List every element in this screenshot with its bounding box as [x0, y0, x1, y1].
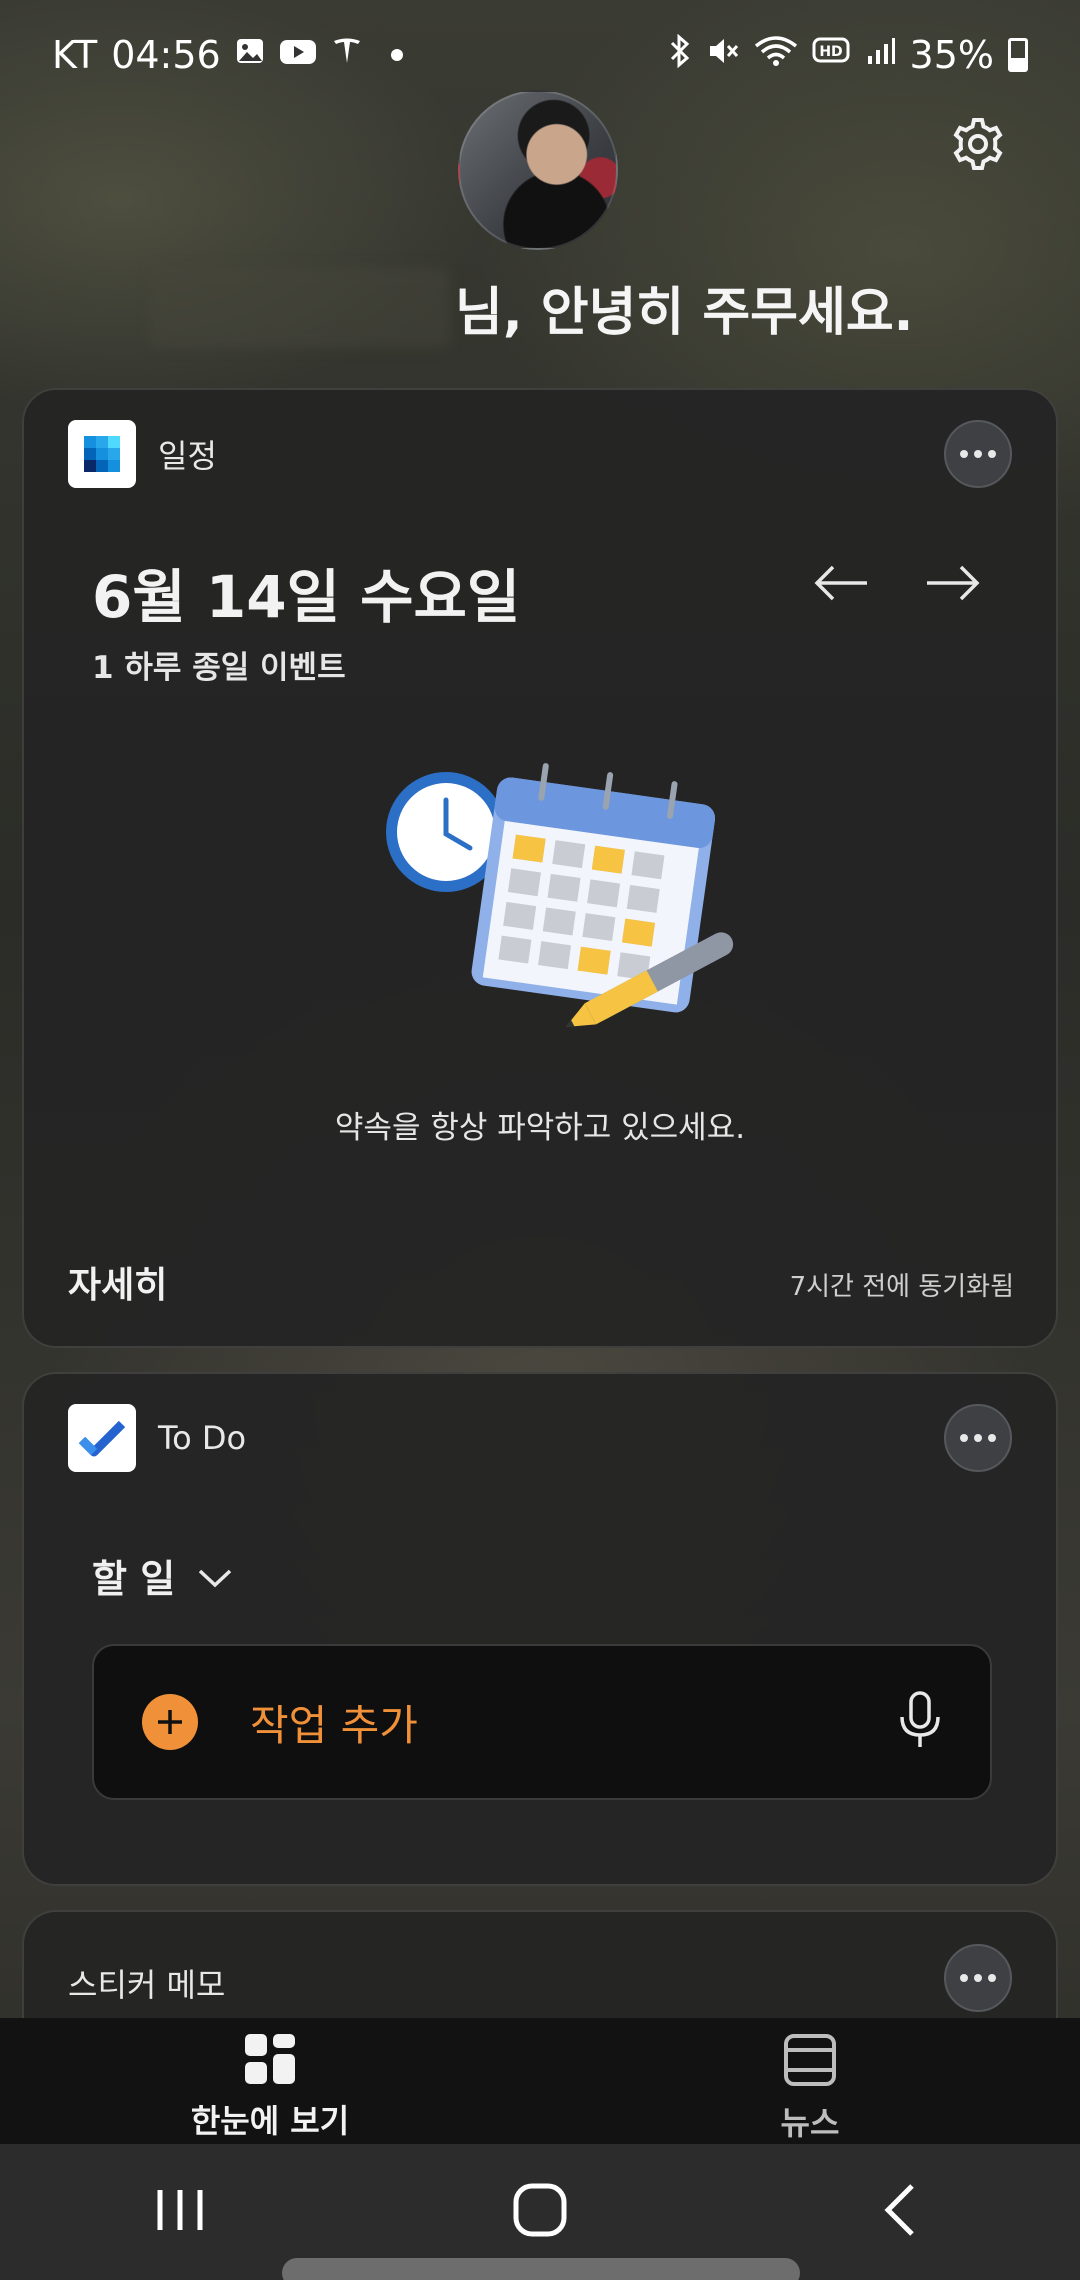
arrow-left-icon — [813, 563, 869, 607]
profile-avatar[interactable] — [458, 90, 618, 250]
signal-icon — [866, 36, 896, 74]
recent-apps-button[interactable] — [120, 2162, 240, 2262]
calendar-sync-status: 7시간 전에 동기화됨 — [789, 1272, 1014, 1302]
tab-news-label: 뉴스 — [780, 2104, 840, 2142]
more-dot-icon — [988, 1434, 996, 1442]
microsoft-todo-app-icon — [68, 1404, 136, 1472]
calendar-illustration — [364, 750, 744, 1030]
tab-news[interactable]: 뉴스 — [540, 2018, 1080, 2144]
status-right: HD 35% — [668, 33, 1028, 77]
calendar-more-options-button[interactable] — [944, 420, 1012, 488]
carrier-label: KT — [52, 33, 98, 77]
notification-dot-icon — [390, 49, 403, 61]
home-icon — [512, 2182, 568, 2242]
recents-icon — [154, 2186, 206, 2238]
settings-button[interactable] — [944, 112, 1012, 180]
previous-day-button[interactable] — [806, 550, 876, 620]
tesla-icon — [331, 35, 363, 75]
arrow-right-icon — [925, 563, 981, 607]
more-dot-icon — [960, 1434, 968, 1442]
calendar-empty-message: 약속을 항상 파악하고 있으세요. — [334, 1110, 746, 1146]
gear-icon — [948, 114, 1008, 178]
gesture-handle[interactable] — [282, 2258, 800, 2280]
add-task-label: 작업 추가 — [250, 1700, 418, 1750]
wifi-icon — [754, 34, 798, 76]
todo-card: To Do 할 일 작업 추가 — [22, 1372, 1058, 1886]
status-left: KT 04:56 — [52, 33, 403, 77]
sticky-notes-title: 스티커 메모 — [68, 1966, 226, 2004]
svg-text:HD: HD — [819, 44, 842, 60]
chevron-down-icon — [197, 1554, 233, 1598]
mute-icon — [706, 34, 740, 76]
calendar-event-count: 1 하루 종일 이벤트 — [92, 650, 346, 686]
calendar-card-header: 일정 — [68, 420, 217, 488]
todo-list-name: 할 일 — [92, 1557, 176, 1601]
todo-more-options-button[interactable] — [944, 1404, 1012, 1472]
youtube-icon — [279, 36, 317, 74]
tab-glance-label: 한눈에 보기 — [190, 2102, 350, 2140]
todo-card-title: To Do — [158, 1419, 247, 1457]
calendar-card-title: 일정 — [158, 437, 217, 475]
more-dot-icon — [974, 1434, 982, 1442]
more-dot-icon — [988, 450, 996, 458]
more-dot-icon — [988, 1974, 996, 1982]
back-button[interactable] — [840, 2162, 960, 2262]
more-dot-icon — [960, 1974, 968, 1982]
next-day-button[interactable] — [918, 550, 988, 620]
home-button[interactable] — [480, 2162, 600, 2262]
more-dot-icon — [974, 450, 982, 458]
bottom-tab-bar: 한눈에 보기 뉴스 — [0, 2018, 1080, 2144]
tab-glance[interactable]: 한눈에 보기 — [0, 2018, 540, 2144]
add-task-input[interactable]: 작업 추가 — [92, 1644, 992, 1800]
battery-icon — [1008, 38, 1028, 72]
more-dot-icon — [960, 450, 968, 458]
todo-list-dropdown[interactable]: 할 일 — [92, 1548, 233, 1603]
back-icon — [880, 2182, 920, 2242]
gallery-icon — [235, 36, 265, 74]
calendar-details-link[interactable]: 자세히 — [68, 1256, 167, 1308]
sticky-more-options-button[interactable] — [944, 1944, 1012, 2012]
news-icon — [782, 2032, 838, 2092]
dashboard-icon — [243, 2032, 297, 2090]
calendar-card: 일정 6월 14일 수요일 1 하루 종일 이벤트 약속을 항상 파악하고 있으… — [22, 388, 1058, 1348]
calendar-date: 6월 14일 수요일 — [92, 563, 521, 631]
user-name-redacted — [150, 268, 450, 348]
microphone-icon[interactable] — [898, 1691, 942, 1753]
more-dot-icon — [974, 1974, 982, 1982]
battery-percent: 35% — [909, 33, 994, 77]
clock: 04:56 — [111, 33, 221, 77]
hd-icon: HD — [812, 36, 852, 74]
greeting-text: 님, 안녕히 주무세요. — [455, 283, 914, 343]
outlook-calendar-app-icon — [68, 420, 136, 488]
todo-card-header: To Do — [68, 1404, 246, 1472]
bluetooth-icon — [668, 33, 692, 76]
plus-circle-icon — [142, 1694, 198, 1750]
